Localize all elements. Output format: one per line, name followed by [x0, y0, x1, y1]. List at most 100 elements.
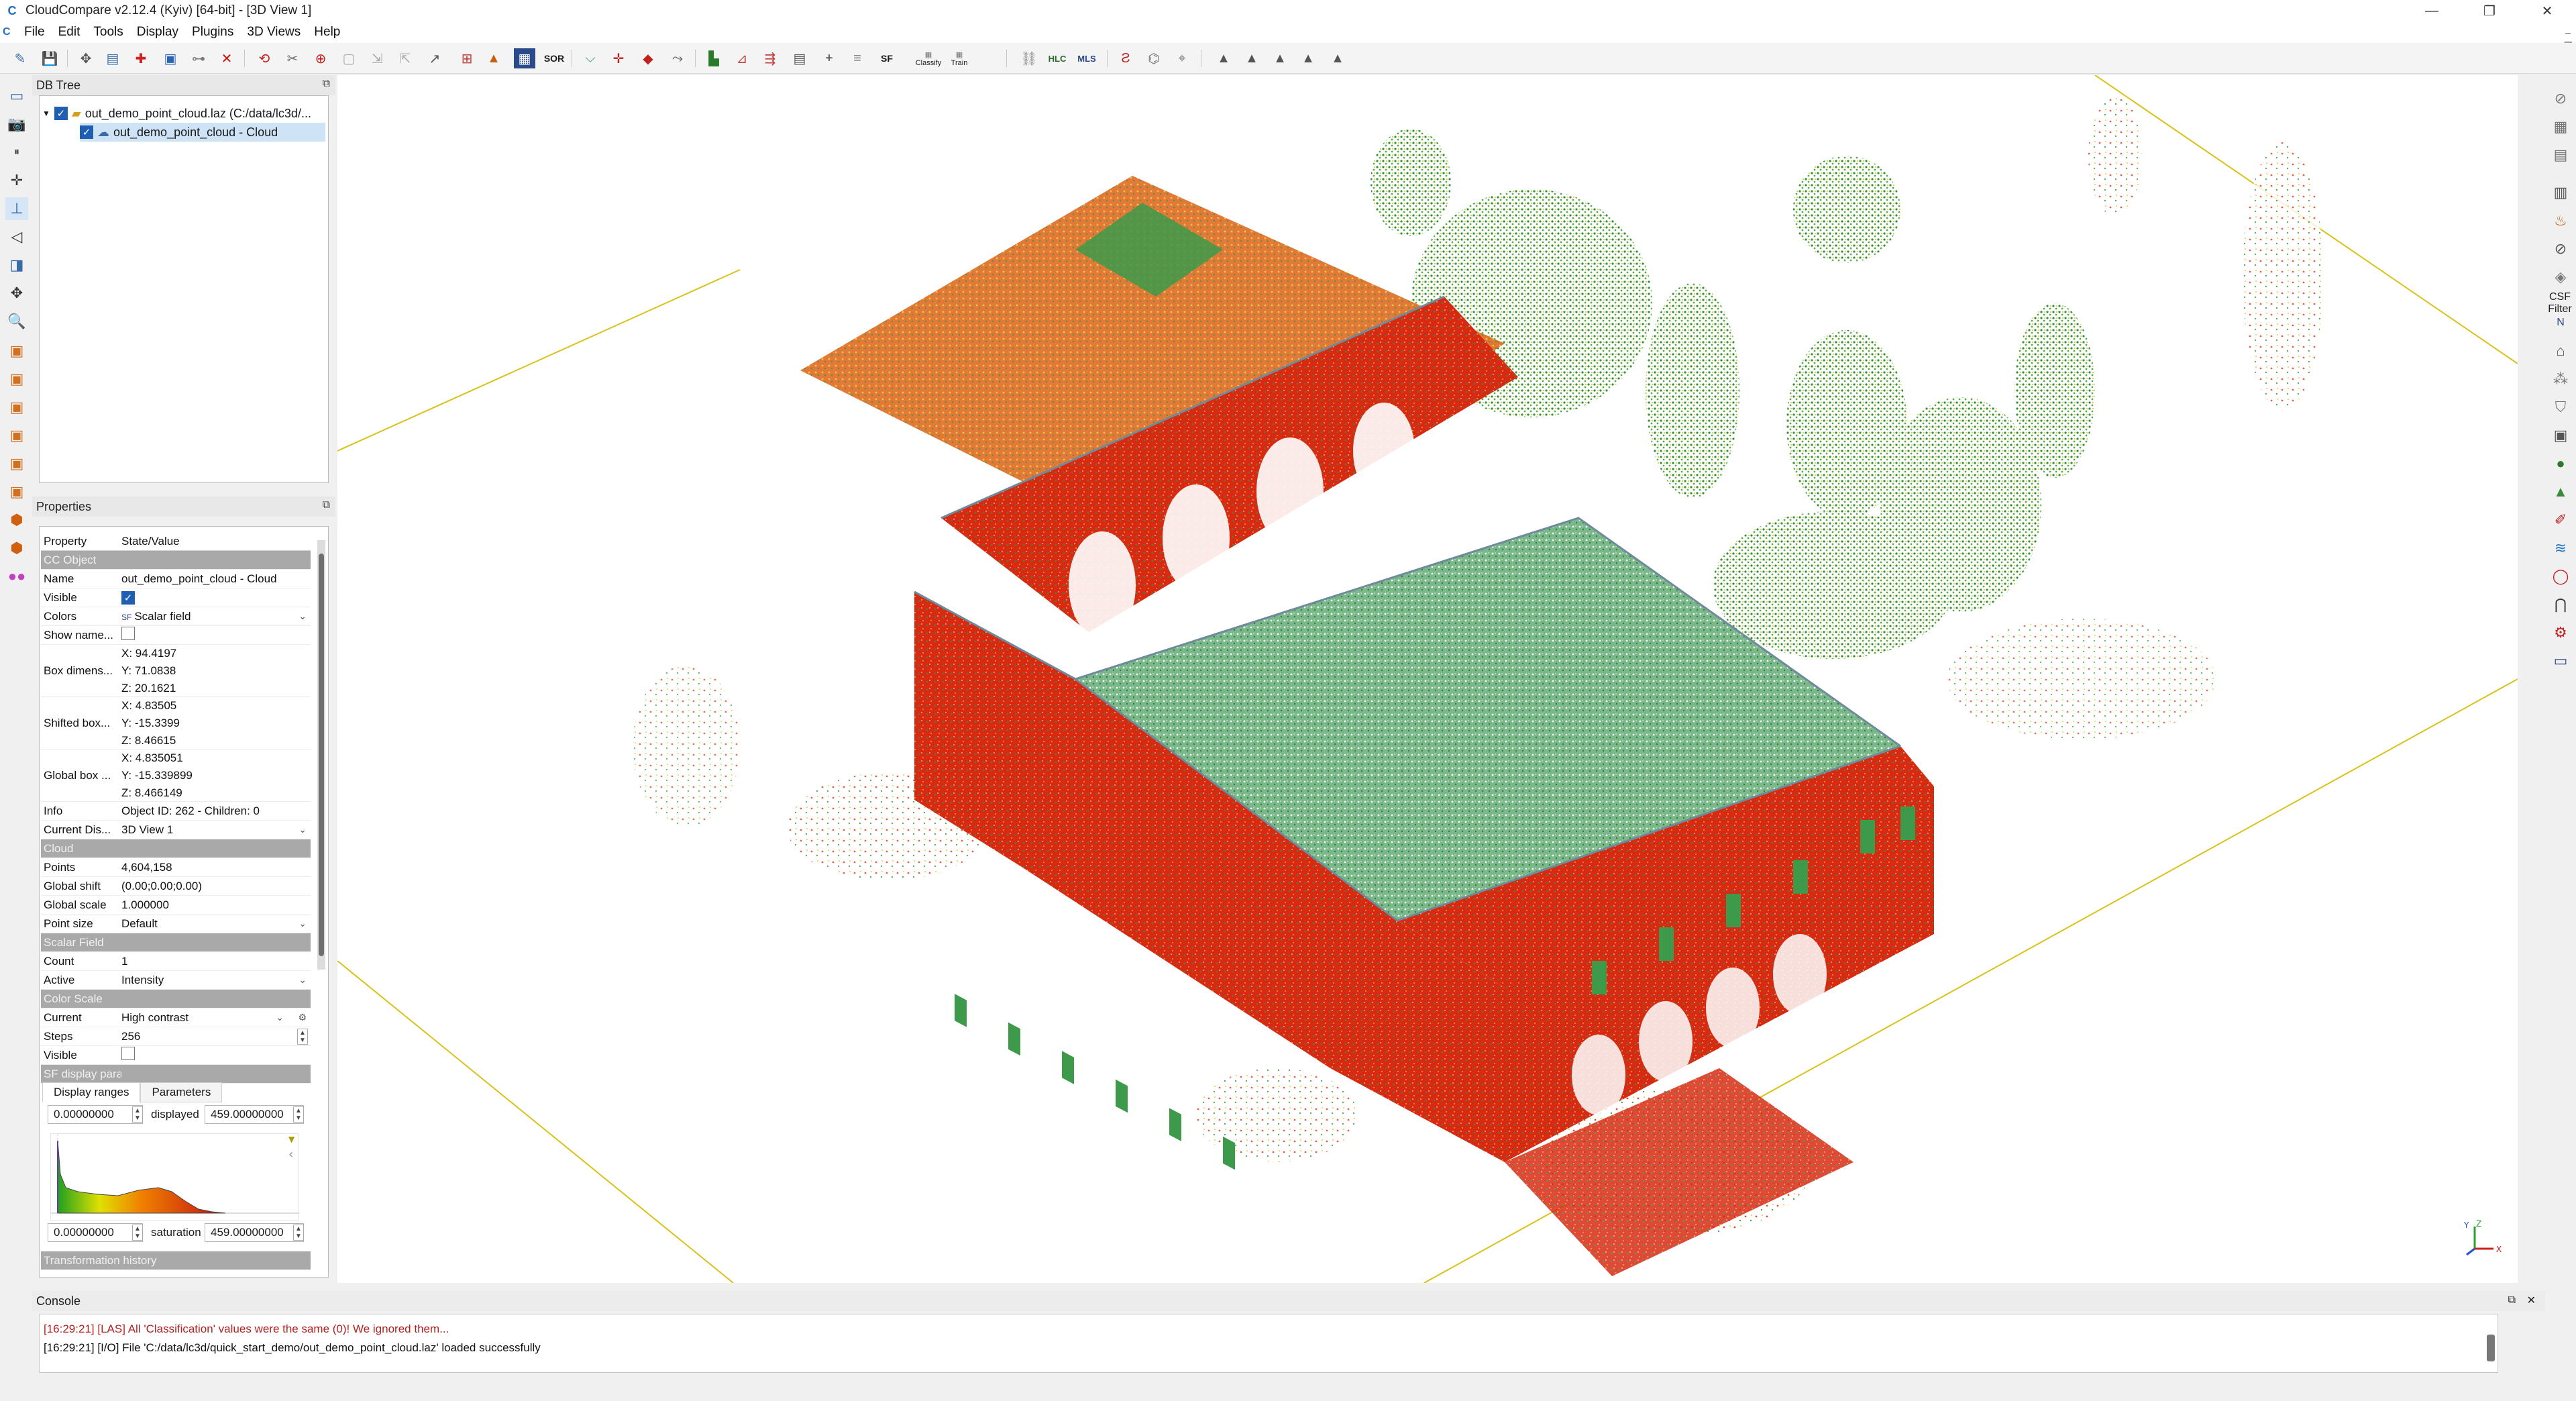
- compute-normals-icon[interactable]: ⊞: [456, 48, 478, 68]
- plugin-bottom-icon[interactable]: ▭: [2549, 650, 2572, 672]
- cross-section-icon[interactable]: ⊕: [310, 48, 331, 68]
- histogram-icon[interactable]: ▙: [703, 48, 724, 68]
- level-icon[interactable]: ⤳: [667, 48, 688, 68]
- pivot-icon[interactable]: ⊥: [5, 197, 28, 220]
- sor-filter-button[interactable]: SOR: [543, 48, 565, 68]
- plugin-sensor-icon[interactable]: ⌂: [2549, 340, 2572, 362]
- mdi-minimize-icon[interactable]: –: [2560, 27, 2576, 40]
- menu-3d-views[interactable]: 3D Views: [240, 25, 307, 40]
- camera-icon[interactable]: 📷: [5, 113, 28, 136]
- prop-colors[interactable]: Colors SF Scalar field ⌄: [41, 607, 311, 626]
- filter-sf-icon[interactable]: ▤: [789, 48, 810, 68]
- menu-tools[interactable]: Tools: [87, 25, 129, 40]
- sf-histogram[interactable]: ‹ ▼: [50, 1133, 299, 1221]
- prop-name[interactable]: Name out_demo_point_cloud - Cloud: [41, 570, 311, 588]
- sf-arithmetic-icon[interactable]: ⇶: [759, 48, 781, 68]
- ransac-icon[interactable]: ⌖: [1171, 48, 1193, 68]
- display-settings-icon[interactable]: ▭: [5, 85, 28, 107]
- sample-points-icon[interactable]: ▤: [102, 48, 123, 68]
- ellipse-icon[interactable]: ◯: [2549, 565, 2572, 588]
- float-panel-icon[interactable]: ⧉: [323, 78, 330, 90]
- move-icon[interactable]: ✥: [5, 282, 28, 305]
- plugin-grid-icon[interactable]: ▦: [2549, 115, 2572, 138]
- color-scale-visible-checkbox[interactable]: [121, 1047, 135, 1060]
- label-icon[interactable]: ↗: [424, 48, 445, 68]
- view-iso7-icon[interactable]: ⬢: [5, 509, 28, 531]
- menu-plugins[interactable]: Plugins: [185, 25, 240, 40]
- view-left-icon[interactable]: ▲: [1269, 48, 1291, 68]
- view-front-icon[interactable]: ▲: [1241, 48, 1263, 68]
- steps-spinner[interactable]: ▲ ▼: [297, 1028, 308, 1045]
- 3d-view[interactable]: Y Z X: [337, 75, 2518, 1283]
- bend-icon[interactable]: ⌵: [580, 48, 601, 68]
- view-iso4-icon[interactable]: ▣: [5, 424, 28, 447]
- compass-plugin-icon[interactable]: ⊘: [2549, 238, 2572, 260]
- tree-item-cloud[interactable]: ✓ ☁ out_demo_point_cloud - Cloud: [80, 123, 325, 142]
- float-panel-icon[interactable]: ⧉: [323, 499, 330, 511]
- cross-icon[interactable]: ✛: [608, 48, 629, 68]
- canupo-classify-button[interactable]: ▦ Classify: [912, 48, 945, 68]
- mls-button[interactable]: MLS: [1076, 48, 1097, 68]
- plugin-brush-icon[interactable]: ♨: [2549, 209, 2572, 232]
- menu-file[interactable]: File: [17, 25, 52, 40]
- plus-icon[interactable]: +: [818, 48, 840, 68]
- tab-parameters[interactable]: Parameters: [140, 1082, 223, 1102]
- plugin-table-icon[interactable]: ▤: [2549, 144, 2572, 166]
- view-back-icon[interactable]: ▲: [1297, 48, 1319, 68]
- view-iso8-icon[interactable]: ⬢: [5, 537, 28, 560]
- plugin-tree-icon[interactable]: ▲: [2549, 480, 2572, 503]
- save-icon[interactable]: 💾: [39, 48, 60, 68]
- file-visibility-checkbox[interactable]: ✓: [54, 107, 68, 120]
- shield-icon[interactable]: ⛉: [2549, 396, 2572, 419]
- perspective-icon[interactable]: ◁: [5, 225, 28, 248]
- saturation-min-input[interactable]: 0.00000000: [48, 1223, 143, 1242]
- layers-icon[interactable]: ≋: [2549, 537, 2572, 560]
- menu-edit[interactable]: Edit: [52, 25, 87, 40]
- close-button[interactable]: ✕: [2518, 0, 2576, 21]
- fit-plane-icon[interactable]: ⇱: [394, 48, 416, 68]
- view-iso3-icon[interactable]: ▣: [5, 396, 28, 419]
- view-right-icon[interactable]: ▲: [1327, 48, 1348, 68]
- prop-active[interactable]: Active Intensity ⌄: [41, 971, 311, 990]
- color-ramp-icon[interactable]: ▲: [483, 48, 504, 68]
- point-cloud-render[interactable]: [337, 75, 2518, 1283]
- open-file-icon[interactable]: ✎: [9, 48, 31, 68]
- canupo-train-button[interactable]: ▦ Train: [943, 48, 975, 68]
- csf-filter-icon[interactable]: ◈: [2549, 266, 2572, 289]
- menu-display[interactable]: Display: [130, 25, 185, 40]
- dropdown-arrow-icon[interactable]: ⌄: [276, 1012, 284, 1023]
- bounding-box-icon[interactable]: ⊶: [188, 48, 209, 68]
- properties-scrollbar[interactable]: [317, 540, 325, 970]
- dropdown-arrow-icon[interactable]: ⌄: [299, 611, 307, 622]
- scalar-field-icon[interactable]: ▦: [514, 48, 535, 68]
- plugin-box-icon[interactable]: ▣: [2549, 424, 2572, 447]
- compass-icon[interactable]: ⌬: [1143, 48, 1165, 68]
- sf-button[interactable]: SF: [876, 48, 898, 68]
- restore-button[interactable]: ❐: [2461, 0, 2518, 21]
- facets-icon[interactable]: Ƨ: [1115, 48, 1136, 68]
- visible-checkbox[interactable]: ✓: [121, 590, 135, 605]
- merge-icon[interactable]: ✚: [130, 48, 152, 68]
- display-min-input[interactable]: 0.00000000: [48, 1105, 143, 1124]
- close-panel-icon[interactable]: ✕: [2527, 1294, 2536, 1307]
- view-iso6-icon[interactable]: ▣: [5, 480, 28, 503]
- disable-icon[interactable]: ⊘: [2549, 87, 2572, 110]
- prop-current-display[interactable]: Current Dis... 3D View 1 ⌄: [41, 821, 311, 839]
- console-log[interactable]: [16:29:21] [LAS] All 'Classification' va…: [39, 1314, 2498, 1373]
- prop-steps[interactable]: Steps 256 ▲ ▼: [41, 1027, 311, 1046]
- registration-icon[interactable]: ⟲: [254, 48, 275, 68]
- sf-list-icon[interactable]: ≡: [847, 48, 868, 68]
- view-iso5-icon[interactable]: ▣: [5, 452, 28, 475]
- plugin-arch-icon[interactable]: ⋂: [2549, 593, 2572, 616]
- slice-icon[interactable]: ◆: [637, 48, 659, 68]
- zoom-icon[interactable]: 🔍: [5, 310, 28, 333]
- segment-icon[interactable]: ✂: [282, 48, 303, 68]
- view-top-icon[interactable]: ▲: [1213, 48, 1234, 68]
- plugin-pen-icon[interactable]: ✐: [2549, 509, 2572, 531]
- point-picking-icon[interactable]: ▢: [338, 48, 360, 68]
- translate-rotate-icon[interactable]: ✥: [75, 48, 97, 68]
- tab-display-ranges[interactable]: Display ranges: [42, 1082, 141, 1102]
- display-min-spinner[interactable]: ▲ ▼: [132, 1106, 143, 1123]
- display-max-input[interactable]: 459.00000000: [205, 1105, 304, 1124]
- display-max-spinner[interactable]: ▲ ▼: [293, 1106, 304, 1123]
